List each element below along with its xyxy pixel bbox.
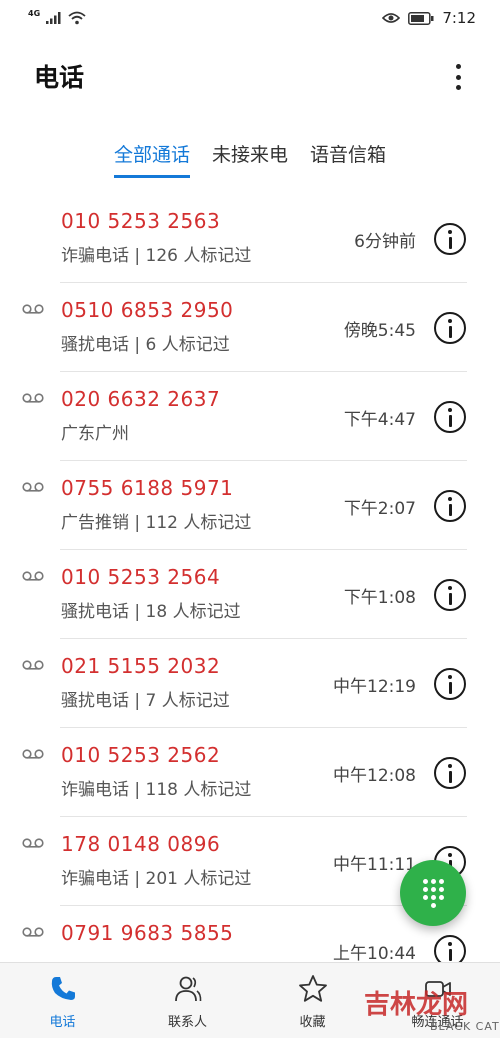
wifi-icon [68, 11, 86, 25]
tab-all-calls[interactable]: 全部通话 [113, 140, 190, 178]
phone-number: 010 5253 2564 [61, 565, 221, 589]
call-time: 下午1:08 [343, 588, 416, 608]
info-icon[interactable] [434, 668, 466, 700]
info-icon[interactable] [434, 579, 466, 611]
star-icon [298, 975, 327, 1002]
eye-comfort-icon [382, 13, 401, 23]
phone-number: 021 5155 2032 [61, 654, 221, 678]
info-icon[interactable] [434, 490, 466, 522]
page-title: 电话 [34, 63, 85, 92]
info-icon[interactable] [434, 223, 466, 255]
contacts-icon [174, 976, 201, 1002]
caller-tag: 骚扰电话 | 6 人标记过 [61, 335, 230, 355]
call-time: 6分钟前 [354, 232, 416, 252]
info-icon[interactable] [434, 757, 466, 789]
phone-number: 010 5253 2562 [61, 743, 221, 767]
caller-tag: 广东广州 [61, 424, 129, 444]
status-right: 7:12 [382, 9, 476, 27]
network-type: 4G [28, 8, 41, 18]
phone-number: 020 6632 2637 [61, 387, 221, 411]
phone-number: 0791 9683 5855 [61, 921, 234, 945]
voicemail-icon [22, 482, 44, 492]
watermark-text: 吉林龙网 [364, 990, 469, 1020]
call-log-row[interactable]: 020 6632 2637 广东广州 下午4:47 [0, 372, 500, 461]
caller-tag: 骚扰电话 | 18 人标记过 [61, 602, 241, 622]
call-time: 上午10:44 [333, 944, 416, 964]
voicemail-icon [22, 304, 44, 314]
call-time: 傍晚5:45 [343, 321, 416, 341]
tab-bar: 全部通话 未接来电 语音信箱 [0, 140, 500, 184]
call-log-row[interactable]: 010 5253 2563 诈骗电话 | 126 人标记过 6分钟前 [0, 194, 500, 283]
status-bar: 4G 7:12 [0, 0, 500, 36]
voicemail-icon [22, 749, 44, 759]
caller-tag: 骚扰电话 | 7 人标记过 [61, 691, 230, 711]
status-left: 4G [28, 8, 86, 25]
nav-favorites[interactable]: 收藏 [250, 963, 375, 1038]
nav-contacts[interactable]: 联系人 [125, 963, 250, 1038]
battery-icon [408, 11, 434, 25]
clock: 7:12 [442, 9, 476, 27]
call-time: 下午4:47 [343, 410, 416, 430]
caller-tag: 诈骗电话 | 201 人标记过 [61, 869, 252, 889]
more-options-icon[interactable] [446, 60, 470, 94]
call-time: 中午12:19 [333, 677, 416, 697]
phone-number: 0510 6853 2950 [61, 298, 234, 322]
nav-phone[interactable]: 电话 [0, 963, 125, 1038]
call-log-row[interactable]: 0755 6188 5971 广告推销 | 112 人标记过 下午2:07 [0, 461, 500, 550]
voicemail-icon [22, 660, 44, 670]
signal-icon [46, 12, 61, 24]
nav-label: 联系人 [167, 1015, 207, 1030]
watermark: 吉林龙网 BLACK CAT [360, 984, 500, 1038]
info-icon[interactable] [434, 312, 466, 344]
call-log-row[interactable]: 010 5253 2562 诈骗电话 | 118 人标记过 中午12:08 [0, 728, 500, 817]
call-time: 中午12:08 [333, 766, 416, 786]
nav-label: 电话 [49, 1015, 76, 1030]
voicemail-icon [22, 571, 44, 581]
dialpad-button[interactable] [400, 860, 466, 926]
caller-tag: 广告推销 | 112 人标记过 [61, 513, 252, 533]
call-log-row[interactable]: 010 5253 2564 骚扰电话 | 18 人标记过 下午1:08 [0, 550, 500, 639]
voicemail-icon [22, 927, 44, 937]
voicemail-icon [22, 393, 44, 403]
tab-missed-calls[interactable]: 未接来电 [212, 140, 288, 178]
caller-tag: 诈骗电话 | 126 人标记过 [61, 246, 252, 266]
tab-voicemail[interactable]: 语音信箱 [310, 140, 386, 178]
call-time: 中午11:11 [333, 855, 416, 875]
call-log-row[interactable]: 021 5155 2032 骚扰电话 | 7 人标记过 中午12:19 [0, 639, 500, 728]
caller-tag: 诈骗电话 | 118 人标记过 [61, 780, 252, 800]
phone-number: 178 0148 0896 [61, 832, 221, 856]
voicemail-icon [22, 838, 44, 848]
watermark-subtext: BLACK CAT [430, 1020, 500, 1033]
phone-number: 010 5253 2563 [61, 209, 221, 233]
dialpad-icon [422, 878, 444, 908]
phone-icon [51, 977, 75, 1000]
nav-label: 收藏 [299, 1015, 326, 1030]
call-time: 下午2:07 [343, 499, 416, 519]
info-icon[interactable] [434, 401, 466, 433]
call-log-row[interactable]: 0510 6853 2950 骚扰电话 | 6 人标记过 傍晚5:45 [0, 283, 500, 372]
phone-number: 0755 6188 5971 [61, 476, 234, 500]
